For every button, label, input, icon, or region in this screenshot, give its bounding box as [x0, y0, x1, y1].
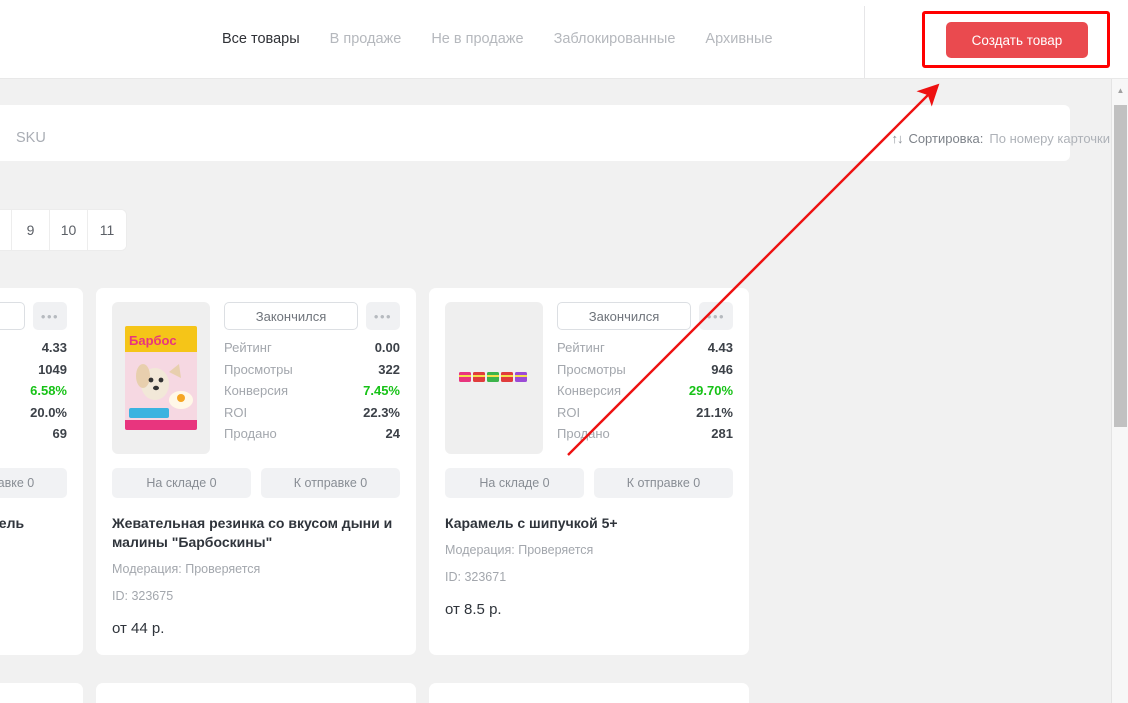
- product-stats: Закончился ••• Рейтинг 0.00 Просмотры 322 …: [224, 302, 400, 454]
- product-image: Барбос: [125, 326, 197, 430]
- shipment-chip[interactable]: К отправке 0: [261, 468, 400, 498]
- next-row-peek: [0, 683, 749, 703]
- create-product-button[interactable]: Создать товар: [946, 22, 1088, 58]
- product-id: ID: 323671: [445, 570, 507, 584]
- tab-archived[interactable]: Архивные: [705, 31, 772, 47]
- tab-on-sale[interactable]: В продаже: [330, 31, 402, 47]
- stock-chip[interactable]: На складе 0: [112, 468, 251, 498]
- sort-label: Сортировка:: [908, 131, 984, 146]
- page-button-8[interactable]: 8: [0, 210, 12, 250]
- stat-label-roi: ROI: [557, 404, 581, 420]
- product-thumbnail: Барбос: [112, 302, 210, 454]
- tab-blocked[interactable]: Заблокированные: [554, 31, 676, 47]
- stat-label-views: Просмотры: [224, 361, 293, 377]
- stat-label-sold: Продано: [557, 426, 610, 441]
- stat-value-roi: 22.3%: [363, 404, 400, 420]
- product-card[interactable]: Барбос Закончился ••• Рейтинг 0.00 Просм…: [96, 288, 416, 655]
- pagination: 8 9 10 11: [0, 210, 126, 250]
- status-badge[interactable]: Закончился: [0, 302, 25, 330]
- scroll-up-arrow-icon[interactable]: ▲: [1112, 83, 1128, 97]
- product-title[interactable]: Карамель с шипучкой 5+: [445, 514, 733, 533]
- stat-label-rating: Рейтинг: [224, 340, 272, 355]
- product-title[interactable]: Кондитерская посыпка вермишель "Эстетика…: [0, 514, 67, 552]
- stat-value-views: 946: [711, 361, 733, 377]
- svg-text:Барбос: Барбос: [129, 333, 177, 348]
- stat-value-sold: 24: [385, 426, 400, 441]
- sort-arrows-icon: ↑↓: [891, 131, 903, 146]
- stat-label-roi: ROI: [224, 404, 248, 420]
- product-thumbnail: [445, 302, 543, 454]
- shipment-chip[interactable]: К отправке 0: [594, 468, 733, 498]
- status-badge[interactable]: Закончился: [557, 302, 691, 330]
- stat-value-conversion: 29.70%: [688, 383, 733, 398]
- peek-card: [96, 683, 416, 703]
- product-stats: Закончился ••• Рейтинг 4.43 Просмотры 946 …: [557, 302, 733, 454]
- product-filter-tabs: Все товары В продаже Не в продаже Заблок…: [222, 31, 773, 47]
- stock-chip[interactable]: На складе 0: [445, 468, 584, 498]
- scrollbar-thumb[interactable]: [1114, 105, 1127, 427]
- product-id: ID: 323675: [112, 589, 174, 603]
- product-grid: Закончился ••• Рейтинг00 Просмотры381 Ко…: [0, 288, 749, 655]
- tab-not-on-sale[interactable]: Не в продаже: [431, 31, 523, 47]
- peek-card: [429, 683, 749, 703]
- product-moderation: Модерация: Проверяется: [445, 543, 594, 557]
- page-button-9[interactable]: 9: [12, 210, 50, 250]
- product-price: от 8.5 р.: [445, 601, 502, 618]
- stat-label-rating: Рейтинг: [557, 340, 605, 355]
- stat-value-sold: 69: [52, 426, 67, 441]
- shipment-chip[interactable]: К отправке 0: [0, 468, 67, 498]
- sort-value: По номеру карточки: [989, 131, 1110, 146]
- sku-label: SKU: [16, 130, 46, 146]
- stat-value-conversion: 7.45%: [363, 383, 400, 398]
- page-button-10[interactable]: 10: [50, 210, 88, 250]
- stat-label-conversion: Конверсия: [557, 383, 622, 398]
- stat-label-sold: Продано: [224, 426, 277, 441]
- sort-control[interactable]: ↑↓ Сортировка: По номеру карточки: [891, 131, 1110, 146]
- stat-value-rating: 4.33: [41, 340, 67, 355]
- product-price: от 44 р.: [112, 620, 165, 637]
- stat-value-rating: 4.43: [707, 340, 733, 355]
- stat-value-views: 322: [378, 361, 400, 377]
- product-title[interactable]: Жевательная резинка со вкусом дыни и мал…: [112, 514, 400, 552]
- stat-value-views: 1049: [38, 361, 67, 377]
- product-image: [459, 372, 527, 382]
- more-options-icon[interactable]: •••: [699, 302, 733, 330]
- peek-card: [0, 683, 83, 703]
- stat-value-roi: 21.1%: [696, 404, 733, 420]
- product-id: ID: 323763: [0, 587, 67, 606]
- stat-value-rating: 0.00: [374, 340, 400, 355]
- stat-value-roi: 20.0%: [30, 404, 67, 420]
- vertical-scrollbar[interactable]: ▲: [1111, 79, 1128, 703]
- tab-all-products[interactable]: Все товары: [222, 31, 300, 47]
- app-root: Все товары В продаже Не в продаже Заблок…: [0, 0, 1128, 703]
- stat-label-conversion: Конверсия: [224, 383, 289, 398]
- more-options-icon[interactable]: •••: [366, 302, 400, 330]
- stat-value-sold: 281: [711, 426, 733, 441]
- stat-value-conversion: 6.58%: [30, 383, 67, 398]
- product-price: от 19.5 р.: [0, 620, 67, 637]
- header-divider: [864, 6, 865, 78]
- product-moderation: Модерация: Проверяется: [112, 562, 261, 576]
- product-card[interactable]: Закончился ••• Рейтинг4.33 Просмотры1049…: [0, 288, 83, 655]
- page-button-11[interactable]: 11: [88, 210, 126, 250]
- product-moderation: Модерация: Проверяется: [0, 560, 67, 579]
- stat-label-views: Просмотры: [557, 361, 626, 377]
- more-options-icon[interactable]: •••: [33, 302, 67, 330]
- status-badge[interactable]: Закончился: [224, 302, 358, 330]
- product-card[interactable]: Закончился ••• Рейтинг 4.43 Просмотры 946 …: [429, 288, 749, 655]
- product-stats: Закончился ••• Рейтинг4.33 Просмотры1049…: [0, 302, 67, 454]
